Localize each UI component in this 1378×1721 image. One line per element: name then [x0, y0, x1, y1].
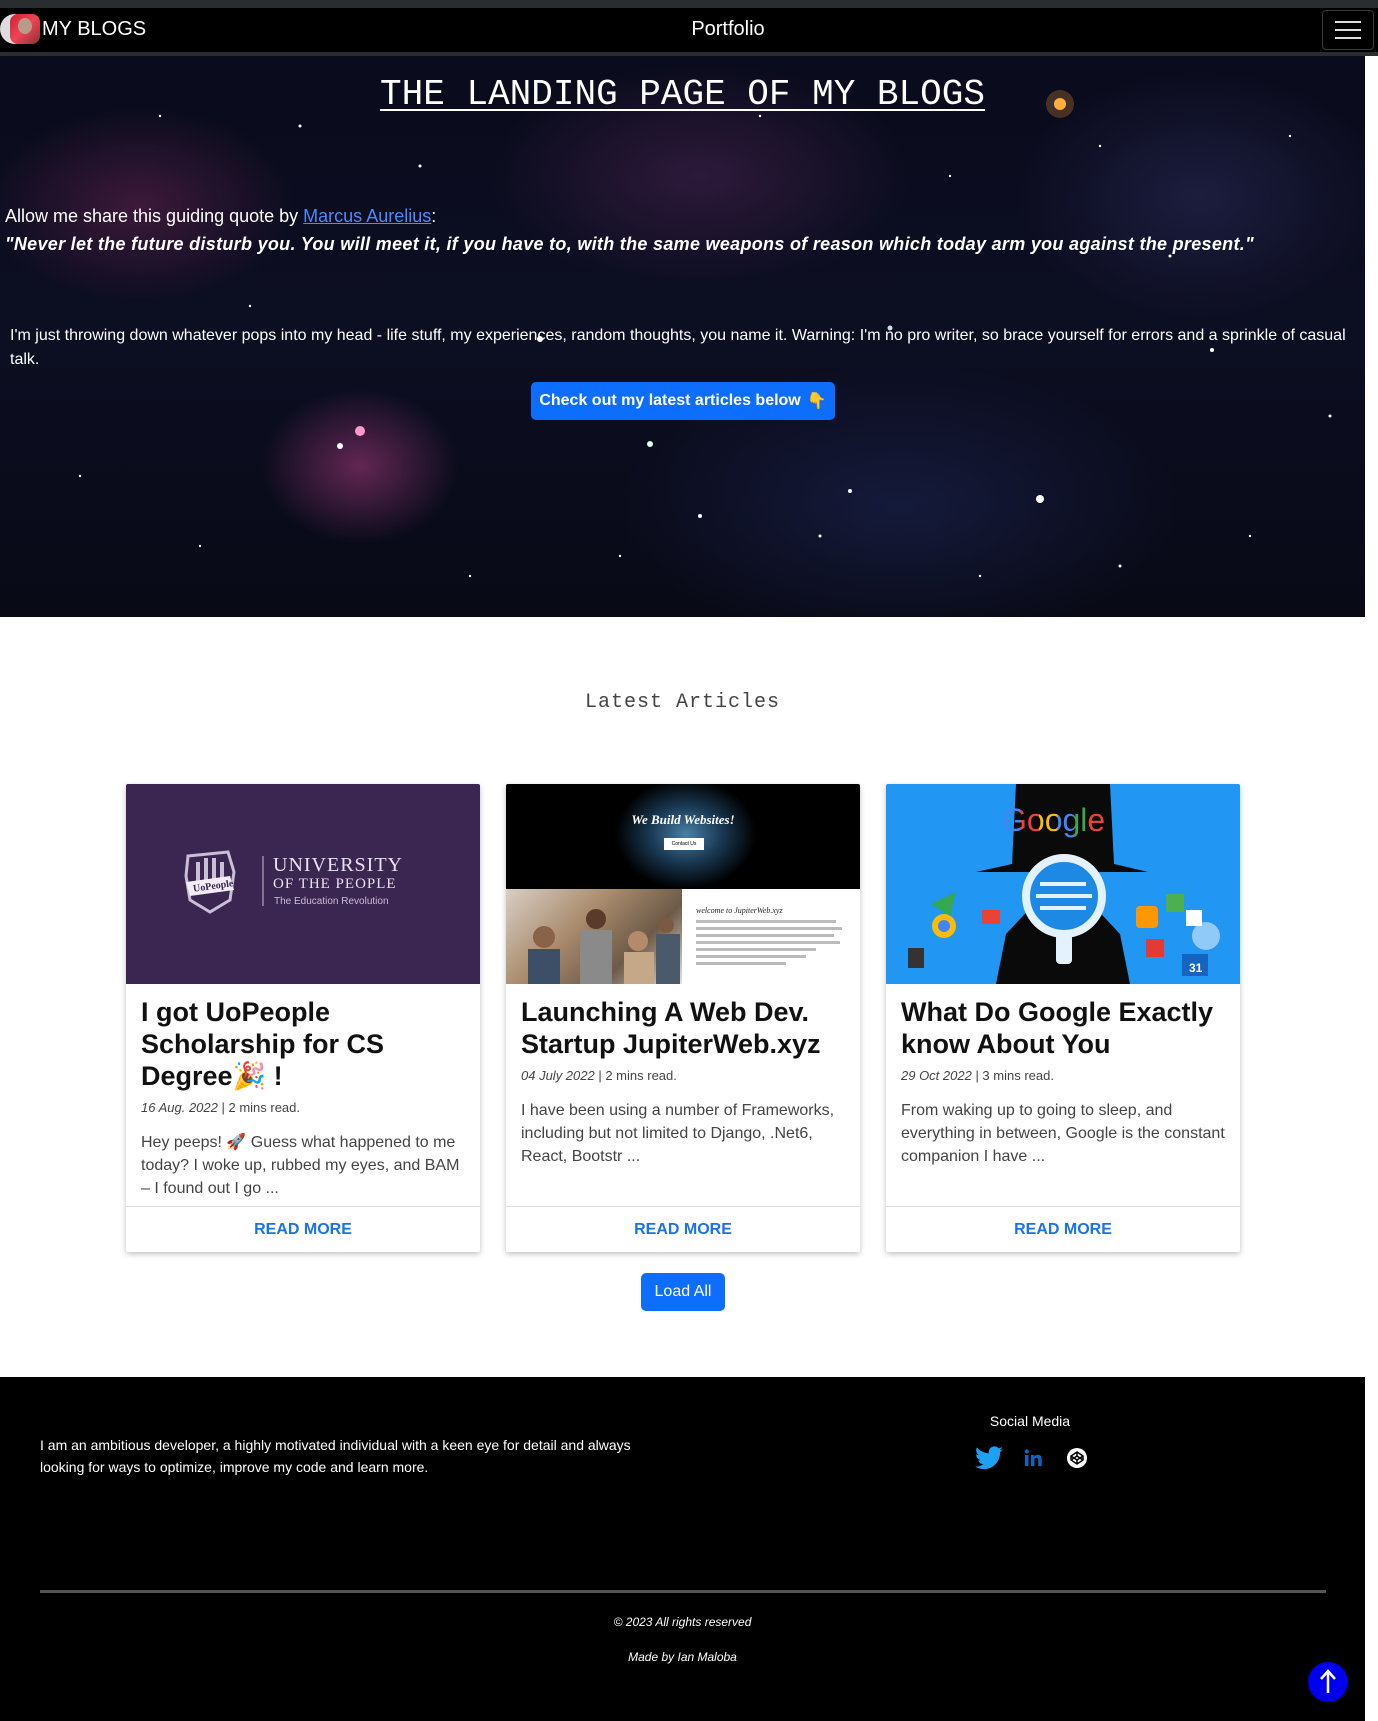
- read-more-button[interactable]: READ MORE: [126, 1206, 480, 1252]
- hero-section: THE LANDING PAGE OF MY BLOGS Allow me sh…: [0, 56, 1365, 617]
- arrow-up-icon: [1320, 1669, 1336, 1693]
- hero-title: THE LANDING PAGE OF MY BLOGS: [380, 74, 985, 115]
- uopeople-line3: The Education Revolution: [274, 896, 389, 907]
- article-body: I got UoPeople Scholarship for CS Degree…: [141, 996, 471, 1200]
- social-media-heading: Social Media: [989, 1413, 1071, 1429]
- intro-text: I'm just throwing down whatever pops int…: [10, 327, 1346, 368]
- article-image-uopeople: UoPeople UNIVERSITY OF THE PEOPLE The Ed…: [126, 784, 480, 984]
- twitter-icon[interactable]: [975, 1445, 1003, 1471]
- article-meta: 16 Aug. 2022 | 2 mins read.: [141, 1100, 471, 1115]
- quote-intro-suffix: :: [431, 206, 437, 226]
- article-date: 16 Aug. 2022: [141, 1100, 218, 1115]
- article-date: 04 July 2022: [521, 1068, 595, 1083]
- article-card: We Build Websites! Contact Us welcome to…: [506, 784, 860, 1252]
- jupiterweb-banner: [506, 784, 860, 889]
- article-image-google-spy: Google 31: [886, 784, 1240, 984]
- footer-about-text: I am an ambitious developer, a highly mo…: [40, 1437, 631, 1475]
- uopeople-line1: UNIVERSITY: [273, 854, 403, 876]
- calendar-icon-day: 31: [1189, 961, 1203, 975]
- article-read-time: | 2 mins read.: [594, 1068, 677, 1083]
- article-title: I got UoPeople Scholarship for CS Degree…: [141, 996, 471, 1092]
- latest-articles-heading: Latest Articles: [584, 691, 781, 714]
- article-title: Launching A Web Dev. Startup JupiterWeb.…: [521, 997, 821, 1059]
- guiding-quote: "Never let the future disturb you. You w…: [5, 234, 1254, 254]
- page: MY BLOGS Portfolio THE LANDING PAGE OF M…: [0, 0, 1378, 1721]
- uopeople-line2: OF THE PEOPLE: [273, 876, 397, 892]
- article-meta: 04 July 2022 | 2 mins read.: [521, 1068, 851, 1083]
- latest-articles-button[interactable]: Check out my latest articles below 👇: [531, 382, 835, 420]
- read-more-button[interactable]: READ MORE: [506, 1206, 860, 1252]
- nav-portfolio-link[interactable]: Portfolio: [0, 18, 1378, 41]
- jupiterweb-contact-button: Contact Us: [664, 838, 704, 850]
- codepen-icon[interactable]: [1063, 1445, 1091, 1471]
- team-photo: [506, 889, 682, 984]
- load-all-button[interactable]: Load All: [641, 1273, 725, 1311]
- read-more-button[interactable]: READ MORE: [886, 1206, 1240, 1252]
- footer: I am an ambitious developer, a highly mo…: [0, 1377, 1365, 1721]
- article-body: What Do Google Exactly know About You 29…: [901, 996, 1231, 1168]
- quote-intro: Allow me share this guiding quote by Mar…: [5, 206, 436, 227]
- article-excerpt: From waking up to going to sleep, and ev…: [901, 1102, 1225, 1165]
- article-title-suffix: !: [266, 1061, 283, 1091]
- article-date: 29 Oct 2022: [901, 1068, 972, 1083]
- quote-intro-prefix: Allow me share this guiding quote by: [5, 206, 304, 226]
- google-logo-label: Google: [1002, 802, 1106, 838]
- article-image-jupiterweb: We Build Websites! Contact Us welcome to…: [506, 784, 860, 984]
- article-excerpt: I have been using a number of Frameworks…: [521, 1102, 835, 1165]
- party-popper-icon: 🎉: [232, 1061, 267, 1091]
- article-meta: 29 Oct 2022 | 3 mins read.: [901, 1068, 1231, 1083]
- article-read-time: | 2 mins read.: [217, 1100, 301, 1115]
- navbar: MY BLOGS Portfolio: [0, 8, 1378, 56]
- jupiterweb-text-lines: [696, 920, 846, 969]
- google-logo-text: Google: [1002, 802, 1105, 839]
- jupiterweb-banner-text: We Build Websites!: [631, 812, 735, 827]
- article-read-time: | 3 mins read.: [971, 1068, 1054, 1083]
- footer-divider: [40, 1590, 1326, 1593]
- article-title: What Do Google Exactly know About You: [901, 997, 1214, 1059]
- top-strip: [0, 0, 1378, 8]
- article-body: Launching A Web Dev. Startup JupiterWeb.…: [521, 996, 851, 1168]
- article-card: Google 31 What Do Google Exactly know Ab…: [886, 784, 1240, 1252]
- pointing-down-hand-icon: 👇: [806, 393, 827, 410]
- made-by-text: Made by Ian Maloba: [628, 1650, 737, 1664]
- page-right-gutter: [1365, 56, 1378, 1721]
- linkedin-icon[interactable]: [1019, 1445, 1047, 1471]
- article-card: UoPeople UNIVERSITY OF THE PEOPLE The Ed…: [126, 784, 480, 1252]
- back-to-top-button[interactable]: [1308, 1662, 1348, 1702]
- jupiterweb-welcome: welcome to JupiterWeb.xyz: [696, 906, 783, 915]
- copyright-text: © 2023 All rights reserved: [613, 1615, 752, 1629]
- latest-articles-button-label: Check out my latest articles below: [539, 392, 801, 409]
- article-excerpt: Hey peeps! 🚀 Guess what happened to me t…: [141, 1134, 460, 1197]
- quote-author-link[interactable]: Marcus Aurelius: [303, 206, 431, 226]
- social-icons: [975, 1445, 1091, 1471]
- hamburger-menu-button[interactable]: [1322, 10, 1374, 50]
